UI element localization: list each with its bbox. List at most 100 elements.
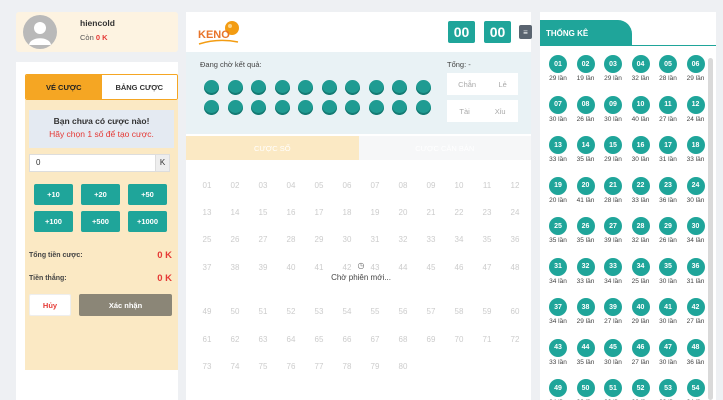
option-xiu: Xỉu bbox=[494, 106, 506, 116]
number-cell[interactable]: 65 bbox=[305, 335, 333, 344]
number-cell[interactable]: 47 bbox=[473, 263, 501, 272]
number-cell[interactable]: 62 bbox=[221, 335, 249, 344]
number-cell[interactable]: 66 bbox=[333, 335, 361, 344]
number-cell[interactable]: 67 bbox=[361, 335, 389, 344]
number-cell[interactable]: 40 bbox=[277, 263, 305, 272]
number-cell[interactable]: 61 bbox=[193, 335, 221, 344]
tab-cuoc-can-ban[interactable]: CƯỢC CĂN BẢN bbox=[358, 136, 531, 160]
number-cell[interactable]: 21 bbox=[417, 208, 445, 217]
number-cell[interactable]: 38 bbox=[221, 263, 249, 272]
number-cell[interactable]: 51 bbox=[249, 307, 277, 316]
avatar[interactable] bbox=[23, 15, 57, 49]
number-cell[interactable]: 34 bbox=[445, 235, 473, 244]
chip-10-button[interactable]: +10 bbox=[34, 184, 73, 205]
number-cell[interactable]: 52 bbox=[277, 307, 305, 316]
number-cell[interactable]: 16 bbox=[277, 208, 305, 217]
number-cell[interactable]: 14 bbox=[221, 208, 249, 217]
stat-count: 33 lần bbox=[576, 277, 595, 285]
number-cell[interactable]: 15 bbox=[249, 208, 277, 217]
number-cell[interactable]: 73 bbox=[193, 362, 221, 371]
number-cell[interactable]: 77 bbox=[305, 362, 333, 371]
chip-20-button[interactable]: +20 bbox=[81, 184, 120, 205]
menu-toggle-button[interactable]: ≡ bbox=[519, 25, 532, 39]
number-cell[interactable]: 59 bbox=[473, 307, 501, 316]
number-cell[interactable]: 12 bbox=[501, 181, 529, 190]
number-cell[interactable]: 75 bbox=[249, 362, 277, 371]
number-cell[interactable]: 28 bbox=[277, 235, 305, 244]
number-cell[interactable]: 11 bbox=[473, 181, 501, 190]
number-cell[interactable]: 26 bbox=[221, 235, 249, 244]
number-cell[interactable]: 46 bbox=[445, 263, 473, 272]
tab-ve-cuoc[interactable]: VÉ CƯỢC bbox=[26, 75, 102, 99]
number-cell[interactable]: 63 bbox=[249, 335, 277, 344]
number-cell[interactable]: 32 bbox=[389, 235, 417, 244]
number-cell[interactable]: 01 bbox=[193, 181, 221, 190]
number-cell[interactable]: 37 bbox=[193, 263, 221, 272]
chip-100-button[interactable]: +100 bbox=[34, 211, 73, 232]
number-cell[interactable]: 17 bbox=[305, 208, 333, 217]
number-cell[interactable]: 19 bbox=[361, 208, 389, 217]
number-cell[interactable]: 10 bbox=[445, 181, 473, 190]
stat-count: 35 lần bbox=[549, 237, 567, 244]
number-cell[interactable]: 07 bbox=[361, 181, 389, 190]
stats-scrollbar[interactable] bbox=[708, 58, 713, 400]
number-cell[interactable]: 31 bbox=[361, 235, 389, 244]
number-cell[interactable]: 48 bbox=[501, 263, 529, 272]
number-cell[interactable]: 79 bbox=[361, 362, 389, 371]
number-cell[interactable]: 60 bbox=[501, 307, 529, 316]
number-cell[interactable]: 13 bbox=[193, 208, 221, 217]
cancel-button[interactable]: Hủy bbox=[29, 294, 71, 316]
number-cell[interactable]: 23 bbox=[473, 208, 501, 217]
number-cell[interactable]: 02 bbox=[221, 181, 249, 190]
chip-500-button[interactable]: +500 bbox=[81, 211, 120, 232]
number-cell[interactable]: 30 bbox=[333, 235, 361, 244]
number-cell[interactable]: 56 bbox=[389, 307, 417, 316]
stat-count: 28 lần bbox=[604, 196, 622, 204]
number-cell[interactable]: 33 bbox=[417, 235, 445, 244]
number-cell[interactable]: 09 bbox=[417, 181, 445, 190]
number-cell[interactable]: 68 bbox=[389, 335, 417, 344]
number-cell[interactable]: 78 bbox=[333, 362, 361, 371]
number-cell[interactable]: 74 bbox=[221, 362, 249, 371]
number-cell[interactable]: 08 bbox=[389, 181, 417, 190]
number-cell[interactable]: 76 bbox=[277, 362, 305, 371]
number-cell[interactable]: 72 bbox=[501, 335, 529, 344]
number-cell[interactable]: 36 bbox=[501, 235, 529, 244]
tab-cuoc-so[interactable]: CƯỢC SỐ bbox=[186, 136, 359, 160]
number-cell[interactable]: 35 bbox=[473, 235, 501, 244]
number-cell[interactable]: 57 bbox=[417, 307, 445, 316]
number-cell[interactable]: 71 bbox=[473, 335, 501, 344]
number-cell[interactable]: 25 bbox=[193, 235, 221, 244]
number-cell[interactable]: 70 bbox=[445, 335, 473, 344]
number-cell[interactable]: 45 bbox=[417, 263, 445, 272]
total-bet-value: 0 K bbox=[157, 250, 172, 261]
number-cell[interactable]: 22 bbox=[445, 208, 473, 217]
bet-amount-input[interactable]: 0 K bbox=[29, 154, 170, 172]
number-cell[interactable]: 64 bbox=[277, 335, 305, 344]
number-cell[interactable]: 05 bbox=[305, 181, 333, 190]
tab-bang-cuoc[interactable]: BẢNG CƯỢC bbox=[101, 75, 177, 99]
confirm-button[interactable]: Xác nhận bbox=[79, 294, 172, 316]
number-cell[interactable]: 20 bbox=[389, 208, 417, 217]
number-cell[interactable]: 29 bbox=[305, 235, 333, 244]
chip-50-button[interactable]: +50 bbox=[128, 184, 167, 205]
number-cell[interactable]: 03 bbox=[249, 181, 277, 190]
chip-1000-button[interactable]: +1000 bbox=[128, 211, 167, 232]
number-cell[interactable]: 55 bbox=[361, 307, 389, 316]
number-cell[interactable]: 27 bbox=[249, 235, 277, 244]
number-cell[interactable]: 50 bbox=[221, 307, 249, 316]
number-cell[interactable]: 18 bbox=[333, 208, 361, 217]
number-cell[interactable]: 39 bbox=[249, 263, 277, 272]
stat-count: 41 lần bbox=[576, 196, 595, 204]
number-cell[interactable]: 53 bbox=[305, 307, 333, 316]
number-cell[interactable]: 24 bbox=[501, 208, 529, 217]
keno-logo: KENO bbox=[198, 21, 239, 45]
number-cell[interactable]: 54 bbox=[333, 307, 361, 316]
number-cell[interactable]: 06 bbox=[333, 181, 361, 190]
number-cell[interactable]: 49 bbox=[193, 307, 221, 316]
number-cell[interactable]: 04 bbox=[277, 181, 305, 190]
number-cell[interactable]: 69 bbox=[417, 335, 445, 344]
bet-amount-unit: K bbox=[155, 155, 169, 171]
number-cell[interactable]: 58 bbox=[445, 307, 473, 316]
number-cell[interactable]: 80 bbox=[389, 362, 417, 371]
